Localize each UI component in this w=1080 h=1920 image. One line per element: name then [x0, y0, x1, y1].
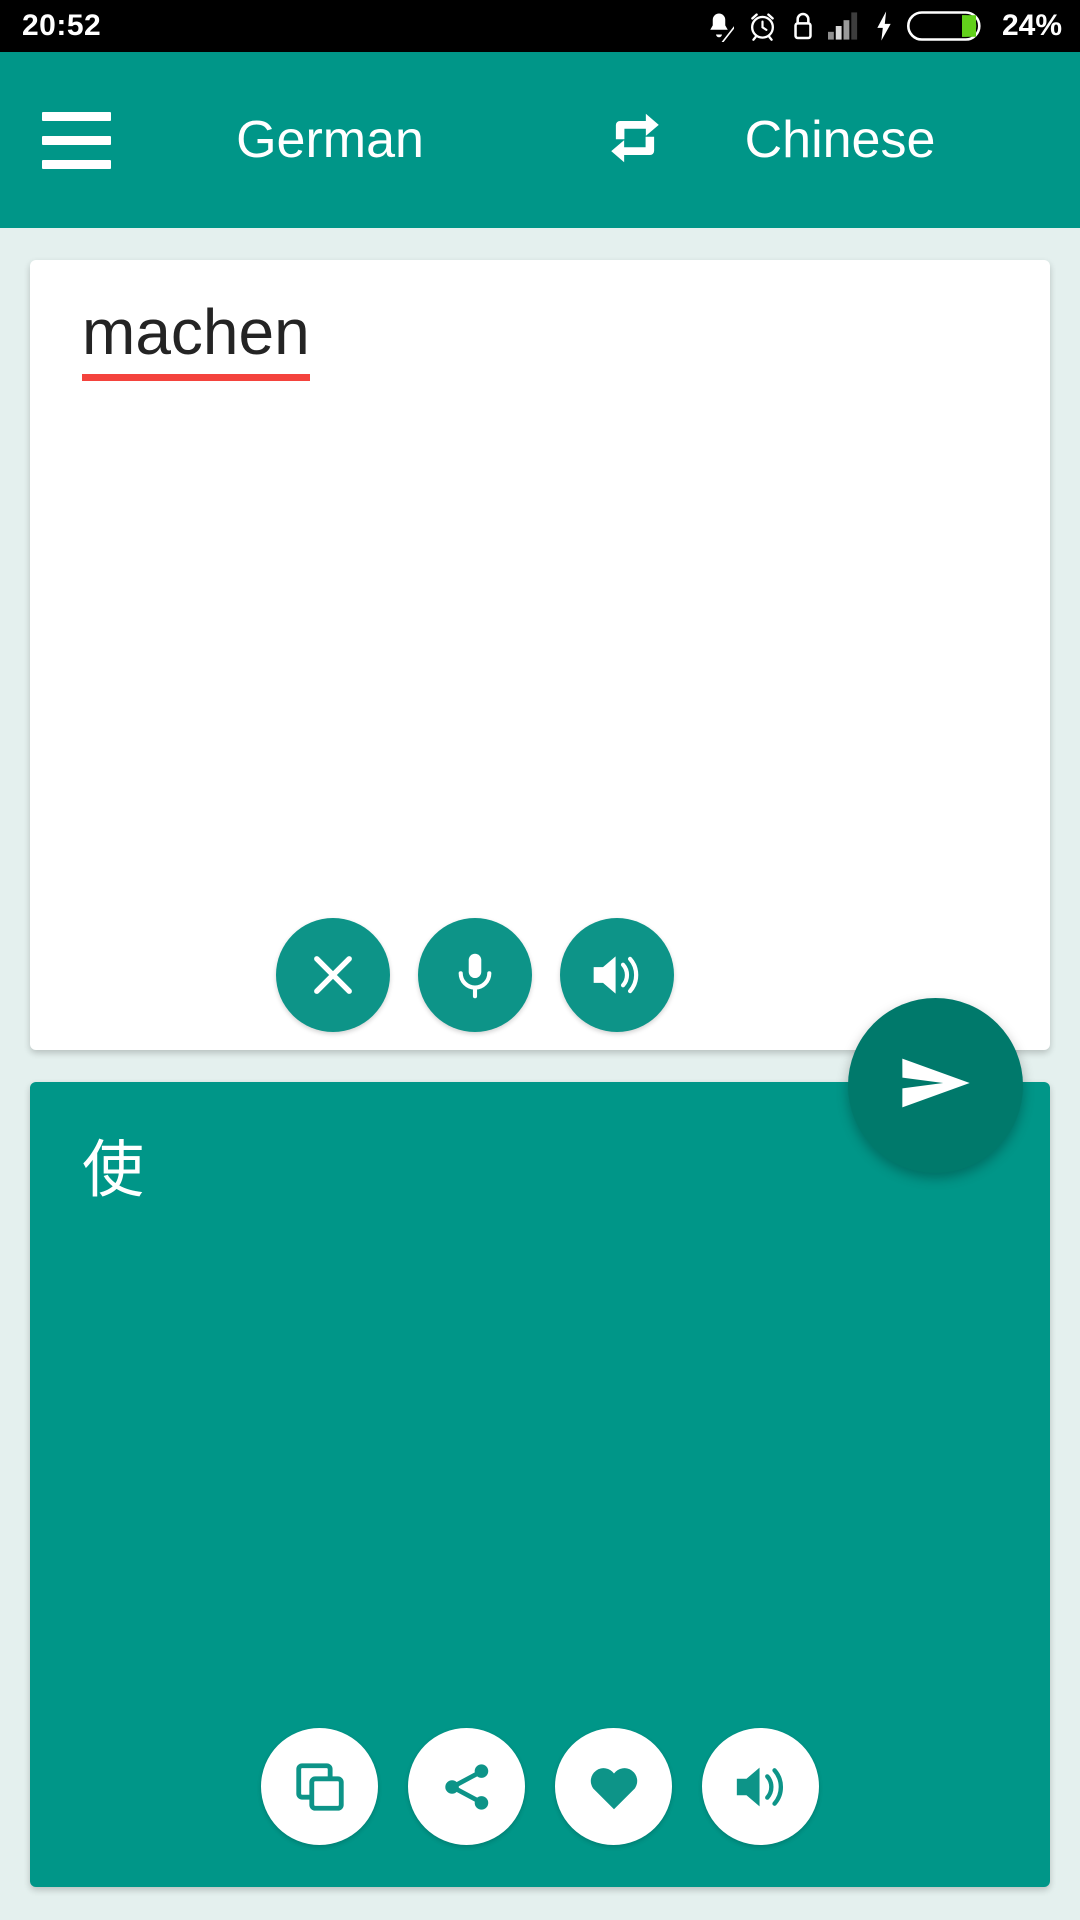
repeat-swap-icon	[604, 106, 666, 175]
speaker-icon	[732, 1760, 790, 1814]
signal-bars-icon	[827, 11, 861, 41]
speaker-icon	[589, 949, 645, 1001]
swap-languages-button[interactable]	[595, 100, 675, 180]
charging-bolt-icon	[874, 10, 894, 42]
copy-button[interactable]	[261, 1728, 378, 1845]
target-language-selector[interactable]: Chinese	[680, 114, 1000, 166]
bell-muted-icon	[704, 10, 734, 42]
heart-icon	[585, 1760, 643, 1814]
share-button[interactable]	[408, 1728, 525, 1845]
copy-icon	[291, 1758, 349, 1816]
close-icon	[306, 948, 360, 1002]
alarm-clock-icon	[747, 10, 778, 42]
status-bar-icons: 24%	[704, 9, 1062, 43]
share-icon	[439, 1759, 495, 1815]
microphone-icon	[449, 948, 501, 1002]
status-bar-clock: 20:52	[22, 9, 102, 42]
battery-percentage: 24%	[1001, 9, 1062, 42]
speak-target-button[interactable]	[702, 1728, 819, 1845]
target-action-bar	[30, 1728, 1050, 1845]
source-language-selector[interactable]: German	[200, 114, 460, 166]
speak-source-button[interactable]	[560, 918, 674, 1032]
battery-icon	[906, 9, 981, 43]
mic-button[interactable]	[418, 918, 532, 1032]
hamburger-menu-icon[interactable]	[42, 109, 114, 171]
status-bar: 20:52 24%	[0, 0, 1080, 52]
send-icon	[893, 1040, 979, 1131]
app-header: German Chinese	[0, 52, 1080, 228]
source-text-card: machen	[30, 260, 1050, 1050]
hamburger-line	[42, 135, 111, 145]
translate-send-button[interactable]	[848, 998, 1023, 1173]
translator-app-screen: 20:52 24% German Chinese machen 使	[0, 0, 1080, 1920]
translation-output: 使	[82, 1136, 145, 1205]
hamburger-line	[42, 111, 111, 121]
hamburger-line	[42, 159, 111, 169]
source-text-input[interactable]: machen	[82, 296, 310, 381]
favorite-button[interactable]	[555, 1728, 672, 1845]
lock-icon	[791, 10, 815, 42]
clear-button[interactable]	[276, 918, 390, 1032]
target-text-card: 使	[30, 1082, 1050, 1887]
